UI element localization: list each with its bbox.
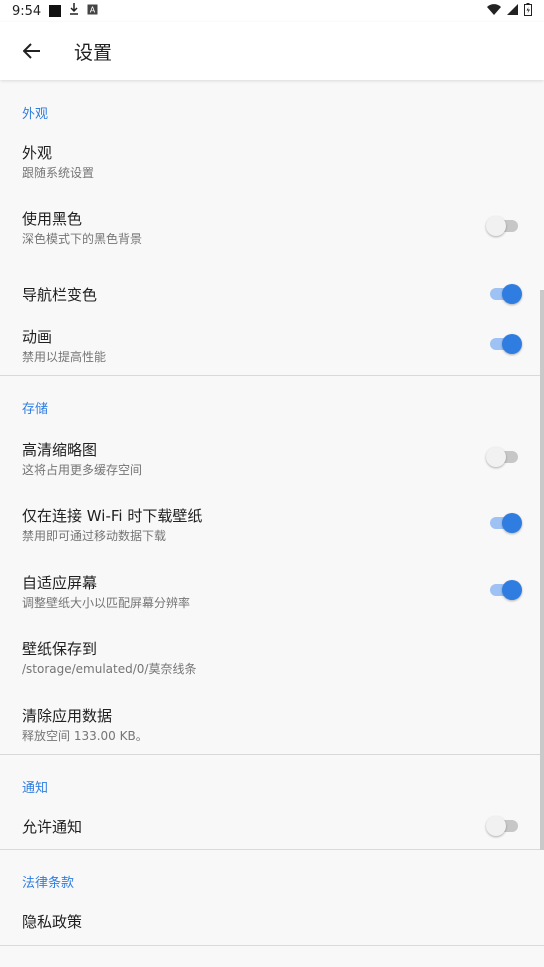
wifi-icon bbox=[487, 3, 501, 19]
download-icon bbox=[69, 3, 79, 19]
animation-switch[interactable] bbox=[490, 334, 522, 354]
status-bar: 9:54 A bbox=[0, 0, 544, 22]
wifi-only-switch[interactable] bbox=[490, 513, 522, 533]
pref-summary: 调整壁纸大小以匹配屏幕分辨率 bbox=[22, 596, 191, 610]
pref-navbar-color[interactable]: 导航栏变色 bbox=[0, 262, 544, 320]
pref-summary: 释放空间 133.00 KB。 bbox=[22, 729, 148, 743]
pref-summary: 禁用即可通过移动数据下载 bbox=[22, 529, 167, 543]
section-header-legal: 法律条款 bbox=[22, 876, 75, 891]
hd-thumbnails-switch[interactable] bbox=[486, 447, 518, 467]
pref-adaptive-screen[interactable]: 自适应屏幕 调整壁纸大小以匹配屏幕分辨率 bbox=[0, 560, 544, 618]
pref-allow-notifications[interactable]: 允许通知 bbox=[0, 802, 544, 850]
divider bbox=[0, 375, 544, 376]
pref-hd-thumbnails[interactable]: 高清缩略图 这将占用更多缓存空间 bbox=[0, 427, 544, 485]
pref-appearance[interactable]: 外观 跟随系统设置 bbox=[0, 130, 544, 188]
pref-title: 自适应屏幕 bbox=[22, 574, 98, 592]
pref-title: 壁纸保存到 bbox=[22, 640, 98, 658]
divider bbox=[0, 945, 544, 946]
arrow-left-icon bbox=[23, 43, 40, 59]
pref-summary: /storage/emulated/0/莫奈线条 bbox=[22, 662, 197, 676]
allow-notifications-switch[interactable] bbox=[486, 816, 518, 836]
pref-title: 高清缩略图 bbox=[22, 441, 98, 459]
battery-icon bbox=[524, 2, 532, 20]
pref-privacy-policy[interactable]: 隐私政策 bbox=[0, 898, 544, 944]
section-header-notifications: 通知 bbox=[22, 781, 49, 796]
pref-use-black[interactable]: 使用黑色 深色模式下的黑色背景 bbox=[0, 196, 544, 254]
pref-summary: 禁用以提高性能 bbox=[22, 350, 107, 364]
section-header-storage: 存储 bbox=[22, 402, 49, 417]
scrollbar[interactable] bbox=[540, 290, 544, 850]
svg-text:A: A bbox=[90, 5, 96, 14]
pref-summary: 这将占用更多缓存空间 bbox=[22, 463, 143, 477]
a-badge-icon: A bbox=[87, 4, 98, 19]
pref-summary: 跟随系统设置 bbox=[22, 166, 95, 180]
pref-save-location[interactable]: 壁纸保存到 /storage/emulated/0/莫奈线条 bbox=[0, 626, 544, 684]
navbar-color-switch[interactable] bbox=[490, 284, 522, 304]
section-header-appearance: 外观 bbox=[22, 107, 49, 122]
status-time: 9:54 bbox=[12, 3, 42, 19]
pref-summary: 深色模式下的黑色背景 bbox=[22, 232, 143, 246]
pref-title: 清除应用数据 bbox=[22, 707, 113, 725]
pref-title: 外观 bbox=[22, 144, 53, 162]
use-black-switch[interactable] bbox=[486, 216, 518, 236]
app-bar: 设置 bbox=[0, 22, 544, 80]
square-notification-icon bbox=[49, 5, 62, 17]
pref-title: 导航栏变色 bbox=[22, 286, 98, 304]
back-button[interactable] bbox=[0, 22, 64, 80]
adaptive-screen-switch[interactable] bbox=[490, 580, 522, 600]
pref-wifi-only[interactable]: 仅在连接 Wi-Fi 时下载壁纸 禁用即可通过移动数据下载 bbox=[0, 493, 544, 551]
page-title: 设置 bbox=[74, 41, 113, 64]
pref-title: 允许通知 bbox=[22, 818, 83, 836]
pref-title: 仅在连接 Wi-Fi 时下载壁纸 bbox=[22, 507, 203, 525]
pref-animation[interactable]: 动画 禁用以提高性能 bbox=[0, 314, 544, 372]
signal-icon bbox=[507, 3, 518, 19]
pref-title: 隐私政策 bbox=[22, 913, 83, 931]
divider bbox=[0, 849, 544, 850]
divider bbox=[0, 754, 544, 755]
pref-clear-data[interactable]: 清除应用数据 释放空间 133.00 KB。 bbox=[0, 693, 544, 751]
pref-title: 使用黑色 bbox=[22, 210, 83, 228]
pref-title: 动画 bbox=[22, 328, 53, 346]
